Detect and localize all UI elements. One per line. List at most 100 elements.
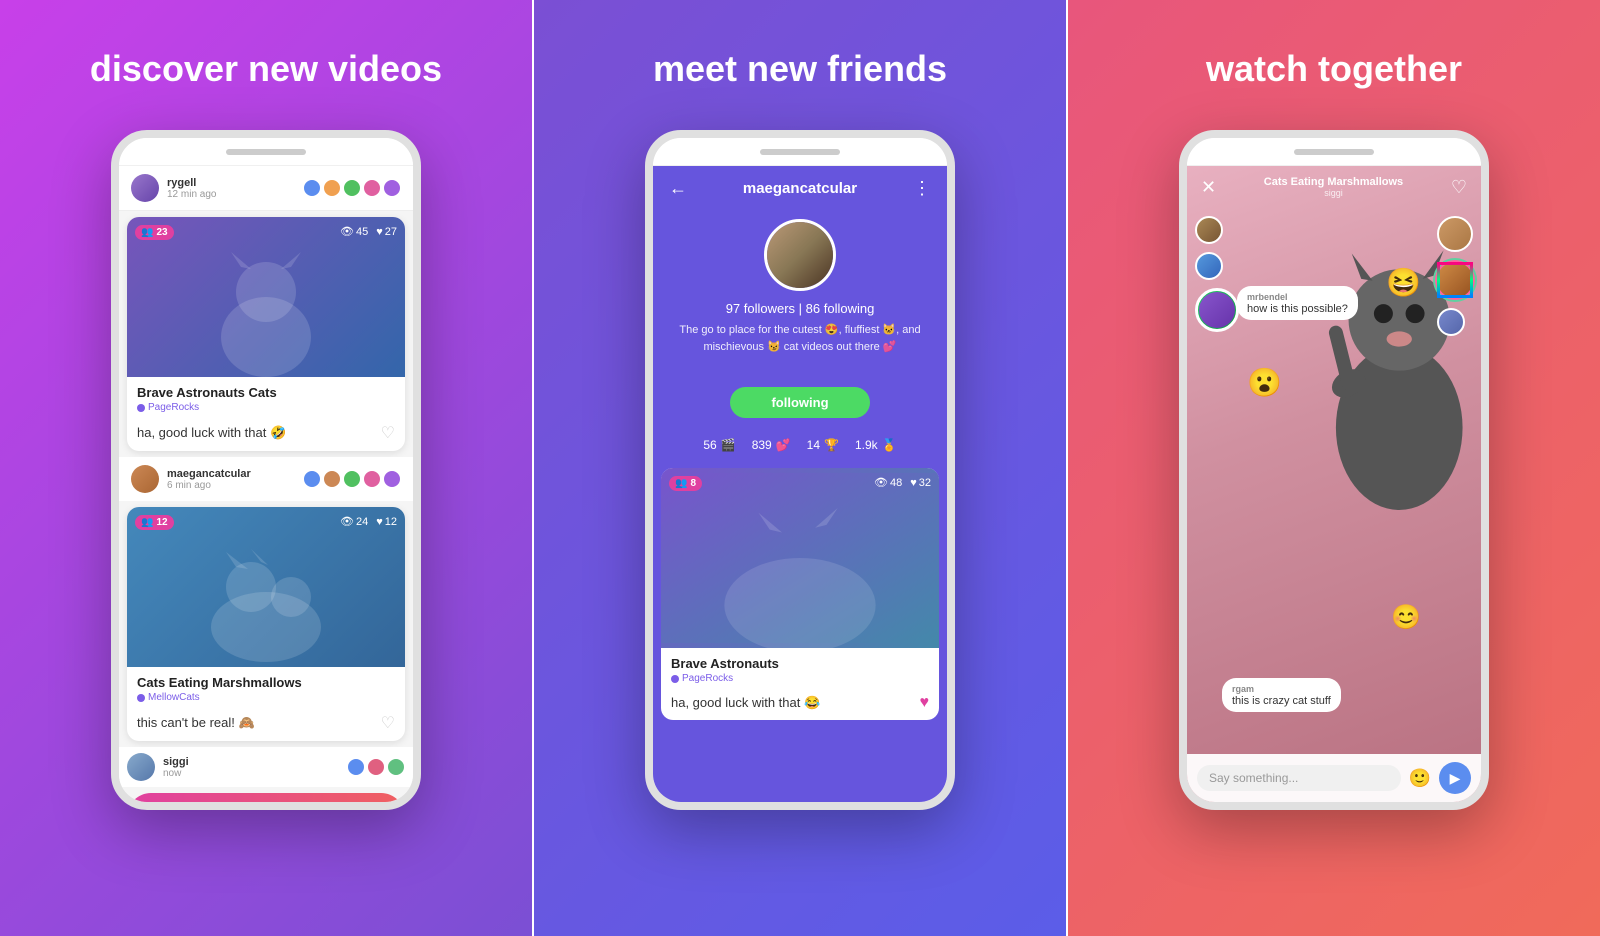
video-info-2: Cats Eating Marshmallows MellowCats (127, 667, 405, 707)
watch-video-title: Cats Eating Marshmallows (1264, 176, 1403, 188)
phone-screen-3: ✕ Cats Eating Marshmallows siggi ♡ 😆 😮 😊 (1187, 166, 1481, 802)
follow-button[interactable]: following (730, 387, 870, 418)
badge-live-1: 👥 23 (135, 225, 174, 240)
bottom-row: siggi now (119, 747, 413, 787)
mini-av-b1 (303, 470, 321, 488)
phone-mockup-2: ← maegancatcular ⋮ 97 followers | 86 fol… (645, 130, 955, 810)
comment-text-1: how is this possible? (1247, 303, 1348, 315)
phone-notch-1 (119, 138, 413, 166)
notch-bar (226, 149, 306, 155)
avatar-maegan (131, 465, 159, 493)
watch-heart-button[interactable]: ♡ (1451, 177, 1467, 198)
profile-counts: 56 🎬 839 💕 14 🏆 1.9k 🏅 (653, 428, 947, 462)
comment-row-2: this can't be real! 🙈 ♡ (127, 707, 405, 741)
video-info-1: Brave Astronauts Cats PageRocks (127, 377, 405, 417)
phone-mockup-3: ✕ Cats Eating Marshmallows siggi ♡ 😆 😮 😊 (1179, 130, 1489, 810)
avatar-siggi (127, 753, 155, 781)
profile-avatar-section: 97 followers | 86 following The go to pl… (653, 211, 947, 377)
comment-row-1: ha, good luck with that 🤣 ♡ (127, 417, 405, 451)
header-time: 12 min ago (167, 189, 295, 200)
emoji-picker-button[interactable]: 🙂 (1409, 768, 1431, 789)
watcher-avatar-right-1 (1437, 216, 1473, 252)
profile-username-header: maegancatcular (743, 180, 857, 197)
back-arrow[interactable]: ← (669, 178, 687, 199)
sig-av-1 (347, 758, 365, 776)
friends-panel: meet new friends ← maegancatcular ⋮ 97 f… (534, 0, 1066, 936)
video-title-2: Cats Eating Marshmallows (137, 675, 395, 690)
video-card-2[interactable]: 👥 12 👁 24 ♥ 12 Cats Eating Marshmallows … (127, 507, 405, 741)
mini-avatar-4 (363, 179, 381, 197)
profile-stats: 97 followers | 86 following (726, 301, 875, 316)
header-avatars (303, 179, 401, 197)
maegan-username: maegancatcular (167, 468, 295, 480)
profile-video-card[interactable]: 👥 8 👁 48 ♥ 32 Brave Astronauts PageRocks (661, 468, 939, 720)
watcher-avatar-2 (1195, 252, 1223, 280)
profile-header-bar: ← maegancatcular ⋮ (653, 166, 947, 211)
watcher-avatar-3 (1199, 292, 1235, 328)
video-stats-2: 👁 24 ♥ 12 (340, 515, 397, 528)
sig-av-2 (367, 758, 385, 776)
between-row: maegancatcular 6 min ago (119, 457, 413, 501)
siggi-time: now (163, 768, 339, 779)
send-button[interactable]: ▶ (1439, 762, 1471, 794)
watch-input-field[interactable]: Say something... (1197, 765, 1401, 791)
mini-av-b5 (383, 470, 401, 488)
send-icon: ▶ (1450, 770, 1461, 787)
close-button[interactable]: ✕ (1201, 177, 1216, 198)
comment-bubble-1: mrbendel how is this possible? (1237, 286, 1358, 320)
profile-heart-icon[interactable]: ♥ (920, 694, 930, 712)
watch-screen: ✕ Cats Eating Marshmallows siggi ♡ 😆 😮 😊 (1187, 166, 1481, 802)
mini-av-b3 (343, 470, 361, 488)
comment-text-2: this can't be real! 🙈 (137, 715, 375, 731)
watch-avatars-right (1437, 216, 1473, 336)
count-videos: 56 🎬 (703, 438, 735, 452)
notch-bar-3 (1294, 149, 1374, 155)
more-dots[interactable]: ⋮ (913, 178, 931, 199)
mini-avatar-2 (323, 179, 341, 197)
count-emoji-3: 🏆 (824, 438, 839, 452)
between-avatars (303, 470, 401, 488)
video-channel-1: PageRocks (137, 402, 395, 413)
profile-video-info: Brave Astronauts PageRocks (661, 648, 939, 688)
header-text: rygell 12 min ago (167, 177, 295, 200)
siggi-info: siggi now (163, 756, 339, 779)
count-value-4: 1.9k (855, 438, 878, 452)
phone-screen-2: ← maegancatcular ⋮ 97 followers | 86 fol… (653, 166, 947, 802)
mini-av-b2 (323, 470, 341, 488)
profile-comment-row: ha, good luck with that 😂 ♥ (661, 688, 939, 720)
watcher-avatar-right-3 (1437, 308, 1465, 336)
emoji-heart: 😊 (1391, 603, 1421, 632)
mini-avatar-3 (343, 179, 361, 197)
profile-video-thumb: 👥 8 👁 48 ♥ 32 (661, 468, 939, 648)
heart-icon-1[interactable]: ♡ (381, 423, 395, 443)
find-video-button[interactable]: 🎯🎬 Find a video (127, 793, 405, 802)
discover-panel: discover new videos rygell 12 min ago (0, 0, 532, 936)
watch-top-bar: ✕ Cats Eating Marshmallows siggi ♡ (1187, 166, 1481, 208)
watcher-avatar-1 (1195, 216, 1223, 244)
watch-title-heading: watch together (1206, 48, 1462, 90)
count-likes: 839 💕 (752, 438, 791, 452)
sig-av-3 (387, 758, 405, 776)
phone-screen-1: rygell 12 min ago (119, 166, 413, 802)
video-card-1[interactable]: 👥 23 👁 45 ♥ 27 Brave Astronauts Cats Pag… (127, 217, 405, 451)
profile-comment-text: ha, good luck with that 😂 (671, 695, 914, 711)
siggi-avatars (347, 758, 405, 776)
profile-video-channel: PageRocks (671, 673, 929, 684)
watch-input-bar: Say something... 🙂 ▶ (1187, 754, 1481, 802)
emoji-laugh: 😆 (1386, 266, 1421, 299)
maegan-time: 6 min ago (167, 480, 295, 491)
watcher-avatar-right-2 (1437, 262, 1473, 298)
count-value-3: 14 (807, 438, 820, 452)
comment-user-1: mrbendel (1247, 292, 1288, 302)
badge-live-2: 👥 12 (135, 515, 174, 530)
follow-btn-container: following (653, 377, 947, 428)
watch-avatar-2 (1195, 252, 1239, 280)
watch-avatar-1 (1195, 216, 1239, 244)
video-thumb-1: 👥 23 👁 45 ♥ 27 (127, 217, 405, 377)
count-followers: 1.9k 🏅 (855, 438, 897, 452)
count-emoji-2: 💕 (776, 438, 791, 452)
profile-badge: 👥 8 (669, 476, 702, 491)
heart-icon-2[interactable]: ♡ (381, 713, 395, 733)
mini-av-b4 (363, 470, 381, 488)
video-channel-2: MellowCats (137, 692, 395, 703)
